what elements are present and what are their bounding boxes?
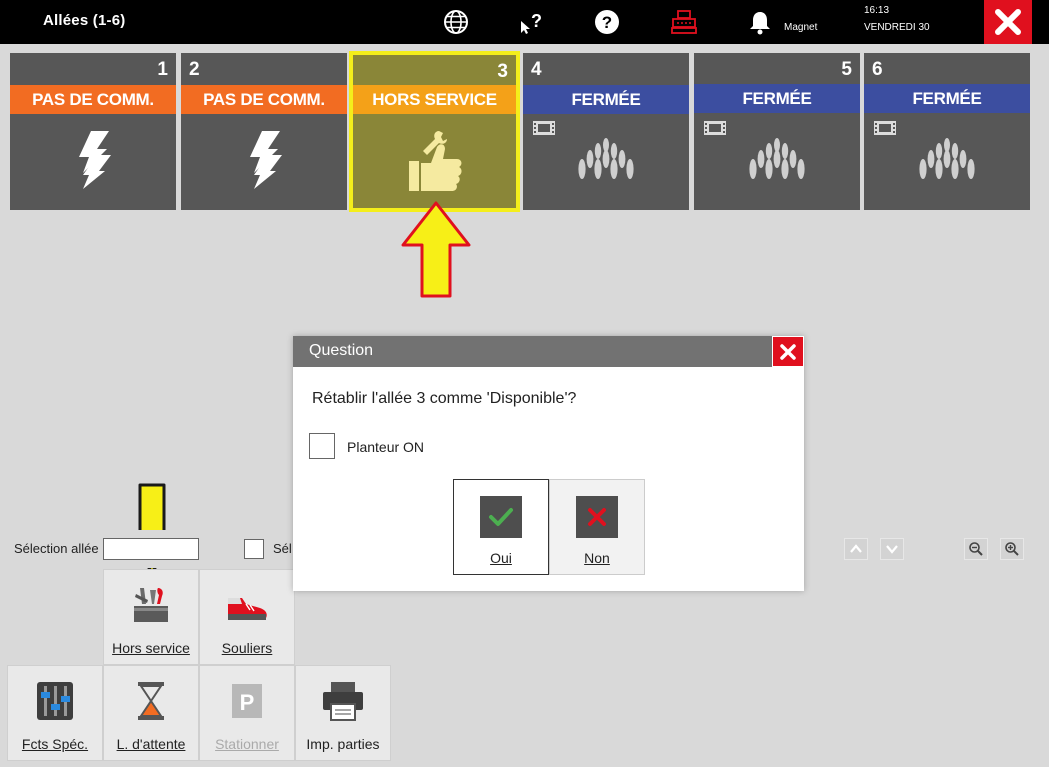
lane-status: PAS DE COMM. — [181, 85, 347, 114]
zoom-out-button[interactable] — [964, 538, 988, 560]
lane-tile-4[interactable]: 4 FERMÉE — [523, 53, 689, 210]
annotation-arrow-up — [401, 201, 471, 298]
no-button[interactable]: Non — [549, 479, 645, 575]
lane-status: PAS DE COMM. — [10, 85, 176, 114]
tool-label: Imp. parties — [306, 736, 380, 752]
lane-number: 1 — [157, 59, 168, 80]
lane-number: 3 — [497, 61, 508, 82]
bowling-pins-icon — [745, 137, 809, 188]
dialog-message: Rétablir l'allée 3 comme 'Disponible'? — [312, 390, 577, 407]
chevron-down-icon — [886, 545, 898, 554]
lane-tile-3[interactable]: 3 HORS SERVICE — [349, 51, 520, 212]
lane-status: FERMÉE — [523, 85, 689, 114]
printer-icon — [321, 680, 365, 727]
dialog-header: Question — [293, 336, 804, 367]
zoom-in-button[interactable] — [1000, 538, 1024, 560]
lane-status: HORS SERVICE — [353, 85, 516, 114]
cross-icon — [576, 496, 618, 538]
lane-tile-6[interactable]: 6 FERMÉE — [864, 53, 1030, 210]
lane-status: FERMÉE — [864, 84, 1030, 113]
svg-text:?: ? — [531, 11, 542, 31]
bowling-pins-icon — [915, 137, 979, 188]
bell-icon[interactable] — [745, 7, 775, 37]
lightning-icon — [244, 129, 284, 196]
bowling-pins-icon — [574, 137, 638, 188]
checkmark-icon — [480, 496, 522, 538]
help-icon[interactable]: ? — [592, 7, 622, 37]
lane-tile-5[interactable]: 5 FERMÉE — [694, 53, 860, 210]
planteur-label: Planteur ON — [347, 439, 425, 455]
hourglass-icon — [135, 680, 167, 727]
svg-text:P: P — [240, 690, 255, 715]
dialog-title: Question — [309, 342, 374, 359]
hors-service-button[interactable]: Hors service — [103, 569, 199, 665]
globe-icon[interactable] — [441, 7, 471, 37]
window-title: Allées (1-6) — [43, 12, 126, 29]
pointer-help-icon[interactable]: ? — [517, 7, 547, 37]
selection-label: Sélection allée — [14, 541, 99, 556]
cash-register-icon[interactable] — [669, 7, 699, 37]
video-icon — [533, 121, 555, 140]
question-dialog: Question Rétablir l'allée 3 comme 'Dispo… — [293, 336, 804, 591]
planteur-checkbox[interactable] — [309, 433, 335, 459]
video-icon — [874, 121, 896, 140]
sliders-icon — [35, 680, 75, 727]
lane-tile-2[interactable]: 2 PAS DE COMM. — [181, 53, 347, 210]
tool-label: Hors service — [112, 640, 190, 656]
zoom-out-icon — [969, 542, 983, 556]
lane-number: 6 — [872, 59, 883, 80]
tool-label: Souliers — [221, 640, 273, 656]
top-bar: Allées (1-6) ? ? Magnet 16:13 VENDREDI 3… — [0, 0, 1049, 44]
scroll-up-button[interactable] — [844, 538, 868, 560]
close-app-button[interactable] — [984, 0, 1032, 44]
user-name: Magnet — [784, 22, 818, 33]
imp-parties-button[interactable]: Imp. parties — [295, 665, 391, 761]
liste-attente-button[interactable]: L. d'attente — [103, 665, 199, 761]
dialog-close-button[interactable] — [772, 336, 804, 367]
lane-selection-input[interactable] — [103, 538, 199, 560]
scroll-down-button[interactable] — [880, 538, 904, 560]
lane-tile-1[interactable]: 1 PAS DE COMM. — [10, 53, 176, 210]
souliers-button[interactable]: Souliers — [199, 569, 295, 665]
close-icon — [995, 9, 1021, 35]
clock-time: 16:13 — [864, 5, 890, 16]
tool-label: L. d'attente — [116, 736, 186, 752]
lane-status: FERMÉE — [694, 84, 860, 113]
stationner-button[interactable]: P Stationner — [199, 665, 295, 761]
tool-label: Fcts Spéc. — [21, 736, 89, 752]
chevron-up-icon — [850, 544, 862, 553]
lightning-icon — [73, 129, 113, 196]
shoe-icon — [224, 584, 270, 631]
lane-number: 5 — [841, 59, 852, 80]
zoom-in-icon — [1005, 542, 1019, 556]
lane-number: 4 — [531, 59, 542, 80]
selection-checkbox[interactable] — [244, 539, 264, 559]
close-icon — [780, 343, 796, 360]
yes-label: Oui — [490, 550, 512, 566]
selection-checkbox-label: Sél — [273, 541, 292, 556]
toolbox-icon — [130, 584, 172, 631]
no-label: Non — [584, 550, 610, 566]
parking-icon: P — [230, 680, 264, 727]
video-icon — [704, 121, 726, 140]
yes-button[interactable]: Oui — [453, 479, 549, 575]
thumbs-up-wrench-icon — [405, 125, 465, 200]
tool-label: Stationner — [215, 736, 279, 752]
lane-number: 2 — [189, 59, 200, 80]
clock-date: VENDREDI 30 — [864, 22, 930, 33]
svg-text:?: ? — [602, 13, 612, 32]
fcts-spec-button[interactable]: Fcts Spéc. — [7, 665, 103, 761]
